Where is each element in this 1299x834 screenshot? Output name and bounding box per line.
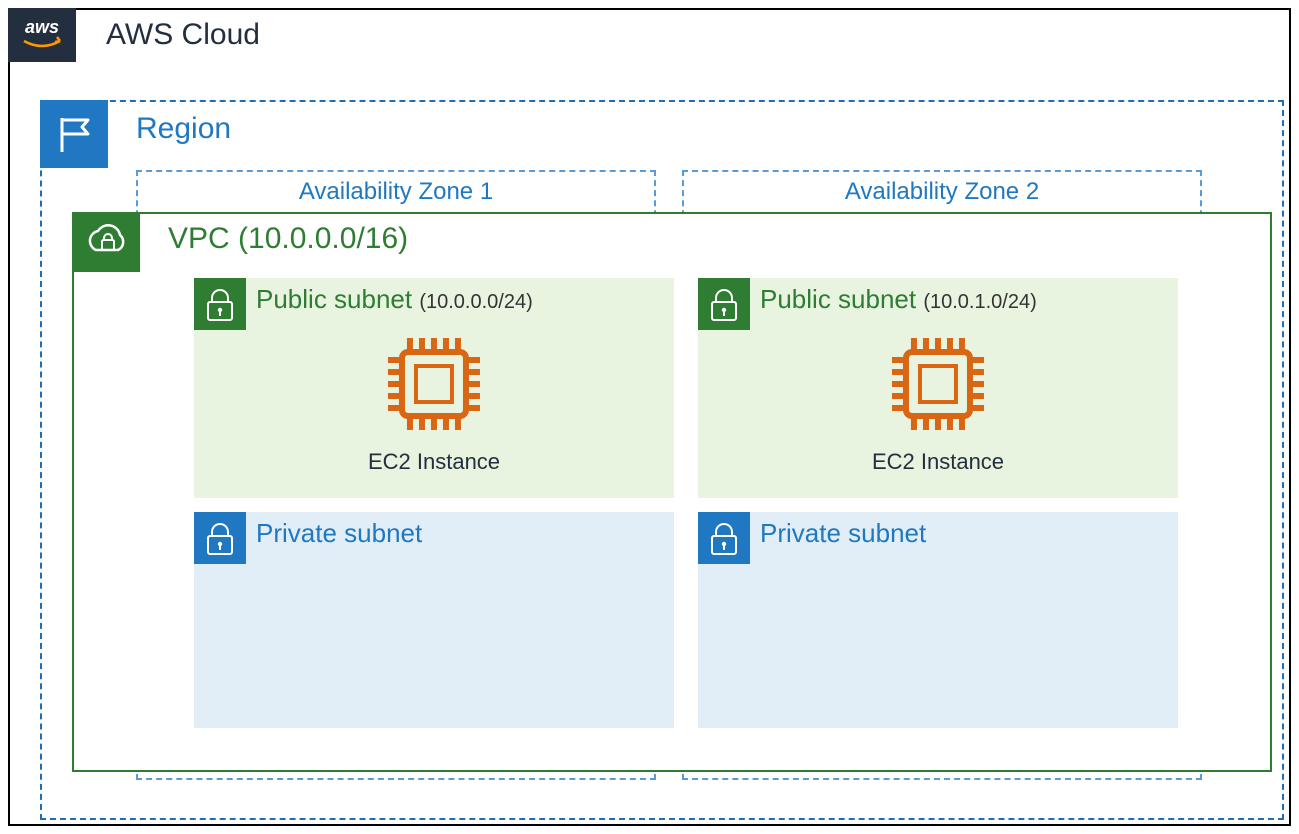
ec2-instance: EC2 Instance bbox=[368, 332, 500, 475]
public-subnet-az2: Public subnet (10.0.1.0/24) EC2 Instance bbox=[698, 278, 1178, 498]
az-title: Availability Zone 2 bbox=[684, 172, 1200, 206]
region-flag-icon bbox=[40, 100, 108, 168]
ec2-chip-icon bbox=[382, 332, 486, 436]
public-subnet-az1: Public subnet (10.0.0.0/24) EC2 Instance bbox=[194, 278, 674, 498]
lock-icon bbox=[698, 512, 750, 564]
ec2-label: EC2 Instance bbox=[368, 449, 500, 475]
subnet-title: Private subnet bbox=[760, 518, 926, 549]
region-title: Region bbox=[136, 112, 231, 146]
vpc-frame: VPC (10.0.0.0/16) Public subnet (10.0.0.… bbox=[72, 212, 1272, 772]
region-frame: Region Availability Zone 1 Availability … bbox=[40, 100, 1284, 820]
cloud-title: AWS Cloud bbox=[106, 18, 260, 52]
ec2-chip-icon bbox=[886, 332, 990, 436]
subnet-title: Public subnet (10.0.0.0/24) bbox=[256, 284, 533, 315]
private-subnet-az2: Private subnet bbox=[698, 512, 1178, 728]
subnet-cidr: (10.0.0.0/24) bbox=[419, 291, 532, 313]
subnet-name: Public subnet bbox=[760, 284, 916, 314]
svg-text:aws: aws bbox=[25, 17, 59, 37]
az-title: Availability Zone 1 bbox=[138, 172, 654, 206]
ec2-label: EC2 Instance bbox=[872, 449, 1004, 475]
subnet-cidr: (10.0.1.0/24) bbox=[923, 291, 1036, 313]
lock-icon bbox=[194, 512, 246, 564]
vpc-title: VPC (10.0.0.0/16) bbox=[168, 222, 408, 256]
private-subnet-az1: Private subnet bbox=[194, 512, 674, 728]
subnet-title: Private subnet bbox=[256, 518, 422, 549]
ec2-instance: EC2 Instance bbox=[872, 332, 1004, 475]
lock-icon bbox=[194, 278, 246, 330]
lock-icon bbox=[698, 278, 750, 330]
aws-cloud-frame: aws AWS Cloud Region Availability Zone 1… bbox=[8, 8, 1291, 826]
subnet-name: Public subnet bbox=[256, 284, 412, 314]
vpc-cloud-lock-icon bbox=[72, 212, 140, 272]
subnet-title: Public subnet (10.0.1.0/24) bbox=[760, 284, 1037, 315]
aws-logo-icon: aws bbox=[8, 8, 76, 62]
